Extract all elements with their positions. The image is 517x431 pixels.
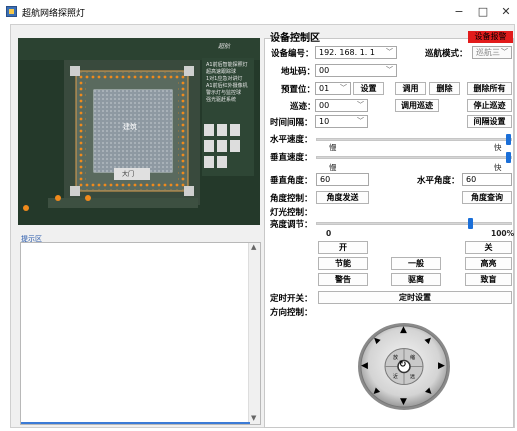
light-ctrl-label: 灯光控制： <box>270 208 313 218</box>
v-speed-fast: 快 <box>494 163 502 172</box>
high-bright-button[interactable]: 高亮 <box>465 257 512 270</box>
light-off-button[interactable]: 关 <box>465 241 512 254</box>
preset-delete-all-button[interactable]: 删除所有 <box>467 82 512 95</box>
h-speed-fast: 快 <box>494 143 502 152</box>
h-speed-slow: 慢 <box>329 143 337 152</box>
preset-delete-button[interactable]: 删除 <box>429 82 460 95</box>
direction-pad[interactable]: ▲ ▼ ◀ ▶ ▲ ▲ ▼ ▼ 放 缩 近 远 ↻ <box>356 321 452 412</box>
v-angle-input[interactable]: 60 <box>316 173 369 186</box>
interval-label: 时间间隔： <box>270 118 313 128</box>
brightness-slider[interactable] <box>316 222 512 225</box>
brightness-min: 0 <box>326 229 332 238</box>
scroll-down-icon[interactable]: ▼ <box>251 414 256 422</box>
h-angle-label: 水平角度： <box>417 176 460 186</box>
interval-set-button[interactable]: 间隔设置 <box>467 115 512 128</box>
arrow-up-icon[interactable]: ▲ <box>400 325 407 335</box>
brightness-label: 亮度调节： <box>270 220 313 230</box>
legend-item: A1前后智能探照灯 <box>206 62 248 68</box>
normal-button[interactable]: 一般 <box>391 257 441 270</box>
v-speed-label: 垂直速度： <box>270 153 313 163</box>
minimize-button[interactable]: − <box>450 4 468 20</box>
repel-button[interactable]: 驱离 <box>391 273 441 286</box>
direction-label: 方向控制： <box>270 308 313 318</box>
warning-button[interactable]: 警告 <box>318 273 368 286</box>
interval-select[interactable]: 10 ﹀ <box>315 115 368 128</box>
arrow-left-icon[interactable]: ◀ <box>361 361 368 371</box>
v-speed-slow: 慢 <box>329 163 337 172</box>
patrol-select[interactable]: 00 ﹀ <box>315 99 368 112</box>
tip-textarea[interactable]: ▲ ▼ <box>20 242 261 425</box>
call-patrol-button[interactable]: 调用巡迹 <box>395 99 439 112</box>
cruise-mode-label: 巡航模式： <box>425 49 468 59</box>
h-speed-thumb[interactable] <box>506 134 511 145</box>
brightness-max: 100% <box>491 229 515 238</box>
arrow-down-icon[interactable]: ▼ <box>400 397 407 407</box>
tip-bottom-line <box>21 422 250 424</box>
light-on-button[interactable]: 开 <box>318 241 368 254</box>
focus-near-button[interactable]: 近 <box>393 373 398 380</box>
patrol-label: 巡迹： <box>290 102 316 112</box>
legend-item: 警示灯与监控球 <box>206 90 242 96</box>
angle-query-button[interactable]: 角度查询 <box>462 191 512 204</box>
preset-set-button[interactable]: 设置 <box>353 82 384 95</box>
v-angle-label: 垂直角度： <box>270 176 313 186</box>
site-map[interactable]: 建筑 大门 超航 A1前后智能探照灯 超高速跟踪球 1对1应急对讲灯 A1前后红… <box>18 38 260 225</box>
stop-patrol-button[interactable]: 停止巡迹 <box>467 99 512 112</box>
address-select[interactable]: 00 ﹀ <box>315 64 397 77</box>
legend-item: 强光驱赶系统 <box>206 97 237 103</box>
legend-item: A1前后红外摄像机 <box>206 83 248 89</box>
preset-label: 预置位： <box>281 85 316 95</box>
zoom-in-button[interactable]: 放 <box>393 354 398 361</box>
arrow-right-icon[interactable]: ▶ <box>438 361 445 371</box>
v-speed-thumb[interactable] <box>506 152 511 163</box>
map-logo: 超航 <box>218 43 231 50</box>
preset-call-button[interactable]: 调用 <box>395 82 426 95</box>
app-icon <box>6 6 17 17</box>
device-no-label: 设备编号： <box>271 49 314 59</box>
device-no-select[interactable]: 192. 168. 1. 1 ﹀ <box>315 46 397 59</box>
v-speed-slider[interactable] <box>316 156 512 159</box>
h-speed-label: 水平速度： <box>270 135 313 145</box>
group-title: 设备控制区 <box>270 33 320 44</box>
close-button[interactable]: ✕ <box>497 4 515 20</box>
legend-item: 1对1应急对讲灯 <box>206 76 243 82</box>
map-building-label: 建筑 <box>123 123 137 131</box>
blind-button[interactable]: 致盲 <box>465 273 512 286</box>
address-label: 地址码： <box>281 67 316 77</box>
timer-set-button[interactable]: 定时设置 <box>318 291 512 304</box>
angle-ctrl-label: 角度控制： <box>270 194 313 204</box>
map-gate-label: 大门 <box>122 171 135 178</box>
brightness-thumb[interactable] <box>468 218 473 229</box>
maximize-button[interactable]: □ <box>474 4 492 20</box>
reset-icon[interactable]: ↻ <box>399 360 407 370</box>
scroll-up-icon[interactable]: ▲ <box>251 243 256 251</box>
focus-far-button[interactable]: 远 <box>410 373 415 380</box>
h-speed-slider[interactable] <box>316 138 512 141</box>
tip-scrollbar[interactable]: ▲ ▼ <box>248 243 260 424</box>
zoom-out-button[interactable]: 缩 <box>410 354 415 361</box>
legend-item: 超高速跟踪球 <box>206 69 237 75</box>
angle-send-button[interactable]: 角度发送 <box>316 191 369 204</box>
preset-select[interactable]: 01 ﹀ <box>315 82 351 95</box>
timer-label: 定时开关： <box>270 294 313 304</box>
alarm-button[interactable]: 设备报警 <box>468 31 513 43</box>
energy-button[interactable]: 节能 <box>318 257 368 270</box>
window-title: 超航网络探照灯 <box>22 9 86 19</box>
cruise-mode-select[interactable]: 巡航三 ﹀ <box>472 46 512 59</box>
h-angle-input[interactable]: 60 <box>462 173 512 186</box>
